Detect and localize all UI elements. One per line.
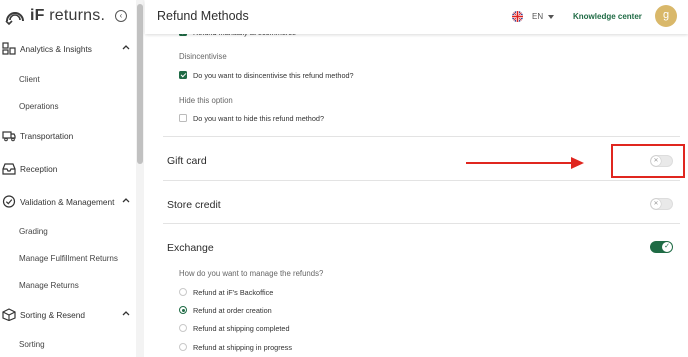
logo-icon (5, 12, 24, 26)
sidebar-section-reception[interactable]: Reception (0, 158, 136, 180)
divider (163, 180, 680, 181)
chevron-up-icon[interactable] (122, 196, 130, 204)
avatar[interactable]: g (655, 5, 677, 27)
sidebar-section-validation[interactable]: Validation & Management (0, 191, 136, 213)
refund-management-question: How do you want to manage the refunds? (179, 269, 324, 278)
divider (163, 136, 680, 137)
language-selector[interactable]: EN (532, 12, 543, 21)
disincentivise-checkbox[interactable] (179, 71, 187, 79)
method-gift-card-label: Gift card (167, 155, 207, 167)
disincentivise-heading: Disincentivise (179, 52, 227, 61)
hide-option-checkbox[interactable] (179, 114, 187, 122)
disincentivise-label: Do you want to disincentivise this refun… (193, 71, 354, 80)
sidebar-section-sorting[interactable]: Sorting & Resend (0, 304, 136, 326)
method-exchange-label: Exchange (167, 242, 214, 254)
chevron-up-icon[interactable] (122, 309, 130, 317)
check-circle-icon (2, 195, 16, 208)
logo-text: iF returns. (30, 7, 106, 24)
truck-icon (2, 131, 16, 142)
sidebar-section-label: Transportation (20, 131, 74, 141)
top-header: Refund Methods EN Knowledge center g (145, 0, 688, 34)
knowledge-center-link[interactable]: Knowledge center (573, 12, 642, 21)
method-store-credit-label: Store credit (167, 199, 221, 211)
radio-label: Refund at order creation (193, 306, 272, 315)
box-icon (2, 308, 16, 321)
close-icon: ✕ (651, 199, 661, 209)
hide-option-label: Do you want to hide this refund method? (193, 114, 325, 123)
analytics-icon (2, 42, 16, 55)
divider (163, 223, 680, 224)
radio-label: Refund at shipping in progress (193, 343, 292, 352)
radio-refund-backoffice[interactable] (179, 288, 187, 296)
annotation-highlight-box (611, 144, 685, 178)
sidebar-item-grading[interactable]: Grading (19, 227, 48, 236)
sidebar-item-client[interactable]: Client (19, 75, 40, 84)
sidebar-scrollbar-thumb[interactable] (137, 4, 143, 164)
sidebar-section-label: Sorting & Resend (20, 310, 86, 320)
radio-label: Refund at shipping completed (193, 324, 290, 333)
radio-refund-shipping-in-progress[interactable] (179, 343, 187, 351)
annotation-arrow (466, 162, 572, 164)
sidebar-item-sorting[interactable]: Sorting (19, 340, 45, 349)
main-content: Refund manually at ecommerce Disincentiv… (145, 28, 688, 357)
sidebar-section-transportation[interactable]: Transportation (0, 125, 136, 147)
inbox-icon (2, 163, 16, 175)
annotation-arrow-head (571, 157, 584, 169)
radio-refund-order-creation[interactable] (179, 306, 187, 314)
collapse-left-icon[interactable]: ‹ (115, 10, 127, 22)
chevron-up-icon[interactable] (122, 43, 130, 51)
sidebar-section-label: Reception (20, 164, 58, 174)
sidebar-section-label: Analytics & Insights (20, 44, 92, 54)
sidebar: iF returns. ‹ Analytics & Insights Clien… (0, 0, 144, 357)
check-icon: ✓ (662, 242, 672, 252)
sidebar-item-manage-returns[interactable]: Manage Returns (19, 281, 79, 290)
exchange-toggle[interactable]: ✓ (650, 241, 673, 253)
sidebar-section-analytics[interactable]: Analytics & Insights (0, 38, 136, 60)
hide-option-heading: Hide this option (179, 96, 233, 105)
sidebar-item-manage-fulfillment-returns[interactable]: Manage Fulfillment Returns (19, 254, 118, 263)
page-title: Refund Methods (157, 9, 249, 23)
sidebar-section-label: Validation & Management (20, 197, 115, 207)
uk-flag-icon[interactable] (512, 11, 523, 22)
radio-label: Refund at iF's Backoffice (193, 288, 274, 297)
caret-down-icon[interactable] (548, 15, 554, 19)
radio-refund-shipping-completed[interactable] (179, 324, 187, 332)
sidebar-item-operations[interactable]: Operations (19, 102, 59, 111)
store-credit-toggle[interactable]: ✕ (650, 198, 673, 210)
